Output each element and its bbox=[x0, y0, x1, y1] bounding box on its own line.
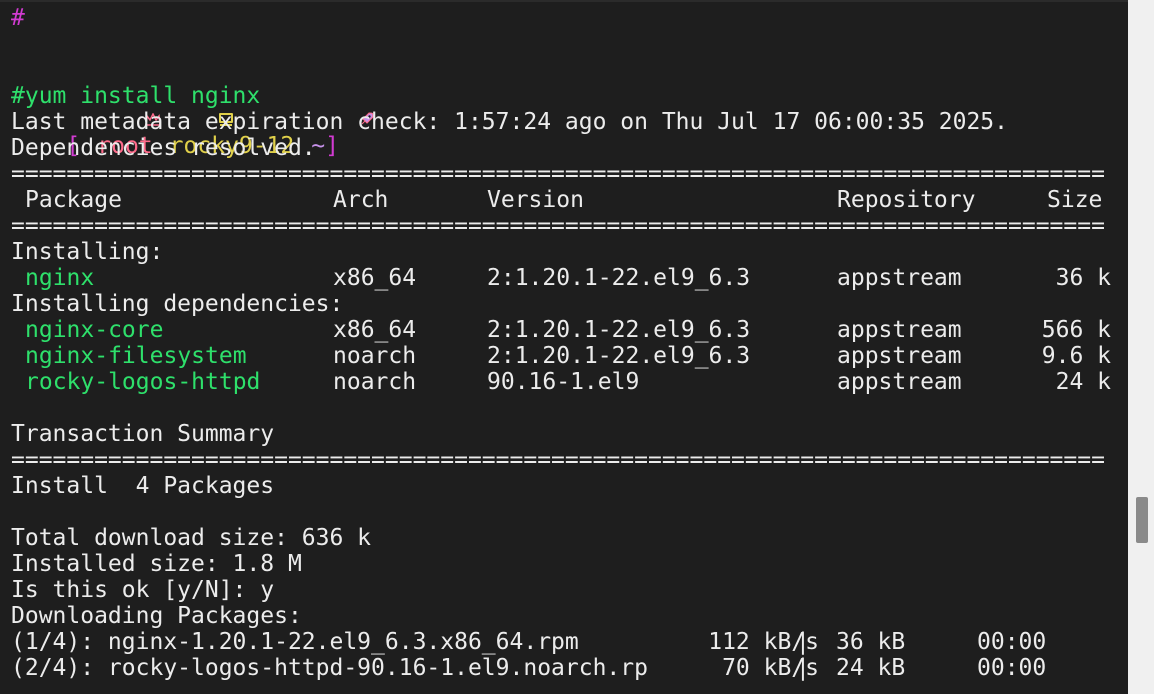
package-name: rocky-logos-httpd bbox=[25, 369, 261, 395]
download-bar: | bbox=[796, 629, 810, 655]
package-arch: noarch bbox=[333, 369, 417, 395]
package-name: nginx-core bbox=[25, 317, 164, 343]
header-size: Size bbox=[1047, 187, 1103, 213]
package-arch: x86_64 bbox=[333, 317, 417, 343]
download-row: (1/4): nginx-1.20.1-22.el9_6.3.x86_64.rp… bbox=[11, 629, 1111, 655]
package-version: 2:1.20.1-22.el9_6.3 bbox=[487, 265, 751, 291]
package-size: 36 k bbox=[1055, 265, 1111, 291]
deps-resolved-line: Dependencies resolved. bbox=[11, 135, 316, 161]
installing-label: Installing: bbox=[11, 239, 164, 265]
package-version: 2:1.20.1-22.el9_6.3 bbox=[487, 317, 751, 343]
deps-label: Installing dependencies: bbox=[11, 291, 344, 317]
total-download-line: Total download size: 636 k bbox=[11, 525, 372, 551]
download-size: 24 kB bbox=[836, 655, 906, 681]
table-header-row: Package Arch Version Repository Size bbox=[11, 187, 1111, 213]
download-label: (1/4): nginx-1.20.1-22.el9_6.3.x86_64.rp… bbox=[11, 629, 579, 655]
confirm-line: Is this ok [y/N]: y bbox=[11, 577, 275, 603]
table-row: rocky-logos-httpd noarch 90.16-1.el9 app… bbox=[11, 369, 1111, 395]
package-size: 24 k bbox=[1055, 369, 1111, 395]
metadata-line: Last metadata expiration check: 1:57:24 … bbox=[11, 109, 1008, 135]
package-repo: appstream bbox=[837, 343, 962, 369]
download-row: (2/4): rocky-logos-httpd-90.16-1.el9.noa… bbox=[11, 655, 1111, 681]
package-name: nginx-filesystem bbox=[25, 343, 247, 369]
package-version: 90.16-1.el9 bbox=[487, 369, 640, 395]
package-name: nginx bbox=[25, 265, 95, 291]
package-repo: appstream bbox=[837, 265, 962, 291]
vertical-scrollbar[interactable] bbox=[1128, 0, 1154, 694]
downloading-line: Downloading Packages: bbox=[11, 603, 302, 629]
package-arch: noarch bbox=[333, 343, 417, 369]
download-bar: | bbox=[796, 655, 810, 681]
transaction-summary-title: Transaction Summary bbox=[11, 421, 275, 447]
package-repo: appstream bbox=[837, 369, 962, 395]
package-size: 9.6 k bbox=[1041, 343, 1111, 369]
separator-line: ========================================… bbox=[11, 213, 1105, 239]
install-count-line: Install 4 Packages bbox=[11, 473, 275, 499]
prompt-hash-line: # bbox=[11, 5, 25, 31]
prompt-close-bracket: ] bbox=[325, 133, 339, 159]
table-row: nginx-core x86_64 2:1.20.1-22.el9_6.3 ap… bbox=[11, 317, 1111, 343]
prompt-line: [ root rocky9-12 ~] bbox=[11, 57, 374, 159]
download-label: (2/4): rocky-logos-httpd-90.16-1.el9.noa… bbox=[11, 655, 648, 681]
package-repo: appstream bbox=[837, 317, 962, 343]
installed-size-line: Installed size: 1.8 M bbox=[11, 551, 302, 577]
download-time: 00:00 bbox=[977, 629, 1047, 655]
package-version: 2:1.20.1-22.el9_6.3 bbox=[487, 343, 751, 369]
header-arch: Arch bbox=[333, 187, 389, 213]
download-time: 00:00 bbox=[977, 655, 1047, 681]
header-repository: Repository bbox=[837, 187, 976, 213]
terminal-window[interactable]: # [ root rocky9-12 ~] #yum install nginx… bbox=[0, 0, 1128, 694]
table-row: nginx x86_64 2:1.20.1-22.el9_6.3 appstre… bbox=[11, 265, 1111, 291]
separator-line: ========================================… bbox=[11, 161, 1105, 187]
top-strip bbox=[0, 0, 1128, 2]
package-arch: x86_64 bbox=[333, 265, 417, 291]
download-size: 36 kB bbox=[836, 629, 906, 655]
scrollbar-thumb[interactable] bbox=[1136, 497, 1148, 543]
separator-line: ========================================… bbox=[11, 447, 1105, 473]
header-version: Version bbox=[487, 187, 584, 213]
command-line: #yum install nginx bbox=[11, 83, 261, 109]
package-size: 566 k bbox=[1041, 317, 1111, 343]
table-row: nginx-filesystem noarch 2:1.20.1-22.el9_… bbox=[11, 343, 1111, 369]
header-package: Package bbox=[25, 187, 122, 213]
